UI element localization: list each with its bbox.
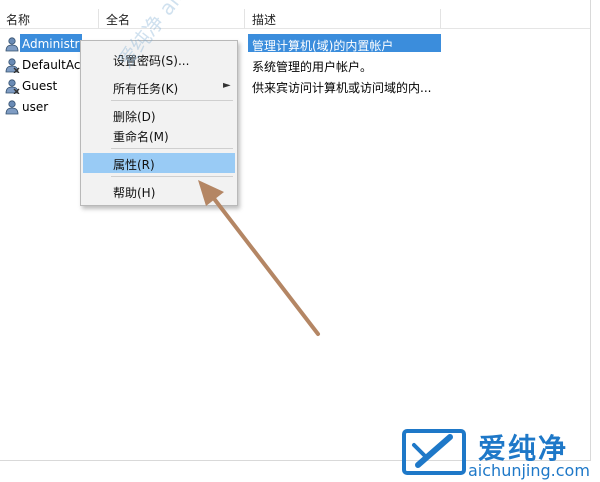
column-divider[interactable] (244, 9, 245, 29)
column-header-name[interactable]: 名称 (0, 12, 30, 28)
chevron-right-icon: ► (223, 80, 231, 91)
user-icon (5, 79, 20, 94)
user-name: Administrat (22, 37, 80, 51)
menu-separator (111, 148, 233, 149)
context-menu: 设置密码(S)... 所有任务(K) ► 删除(D) 重命名(M) 属性(R) … (80, 40, 238, 206)
user-icon (5, 100, 19, 115)
menu-separator (111, 100, 233, 101)
menu-item-label: 删除(D) (113, 110, 156, 124)
menu-item-properties[interactable]: 属性(R) (83, 153, 235, 173)
user-name: Guest (22, 79, 58, 93)
column-divider[interactable] (98, 9, 99, 29)
menu-item-label: 帮助(H) (113, 186, 156, 200)
brand-url: aichunjing.com (468, 461, 590, 480)
user-name: DefaultAcc (22, 58, 80, 72)
column-header-fullname[interactable]: 全名 (100, 12, 130, 28)
user-description: 管理计算机(域)的内置帐户 (252, 39, 394, 53)
menu-item-help[interactable]: 帮助(H) (81, 181, 237, 201)
user-description: 供来宾访问计算机或访问域的内... (252, 81, 432, 95)
menu-item-delete[interactable]: 删除(D) (81, 105, 237, 125)
column-header-description[interactable]: 描述 (246, 12, 276, 28)
menu-item-all-tasks[interactable]: 所有任务(K) ► (81, 77, 237, 97)
column-header: 名称 全名 描述 (0, 0, 590, 29)
users-list-window: 名称 全名 描述 Administrat 管理计算机(域)的内置帐户 Defau (0, 0, 591, 461)
user-name: user (22, 100, 49, 114)
menu-item-label: 设置密码(S)... (113, 54, 190, 68)
menu-separator (111, 176, 233, 177)
menu-item-label: 所有任务(K) (113, 82, 179, 96)
user-icon (5, 58, 20, 73)
menu-item-rename[interactable]: 重命名(M) (81, 125, 237, 145)
column-divider[interactable] (440, 9, 441, 29)
menu-item-label: 重命名(M) (113, 130, 169, 144)
user-icon (5, 37, 19, 52)
menu-item-set-password[interactable]: 设置密码(S)... (81, 49, 237, 69)
menu-item-label: 属性(R) (113, 158, 155, 172)
user-description: 系统管理的用户帐户。 (252, 60, 373, 74)
